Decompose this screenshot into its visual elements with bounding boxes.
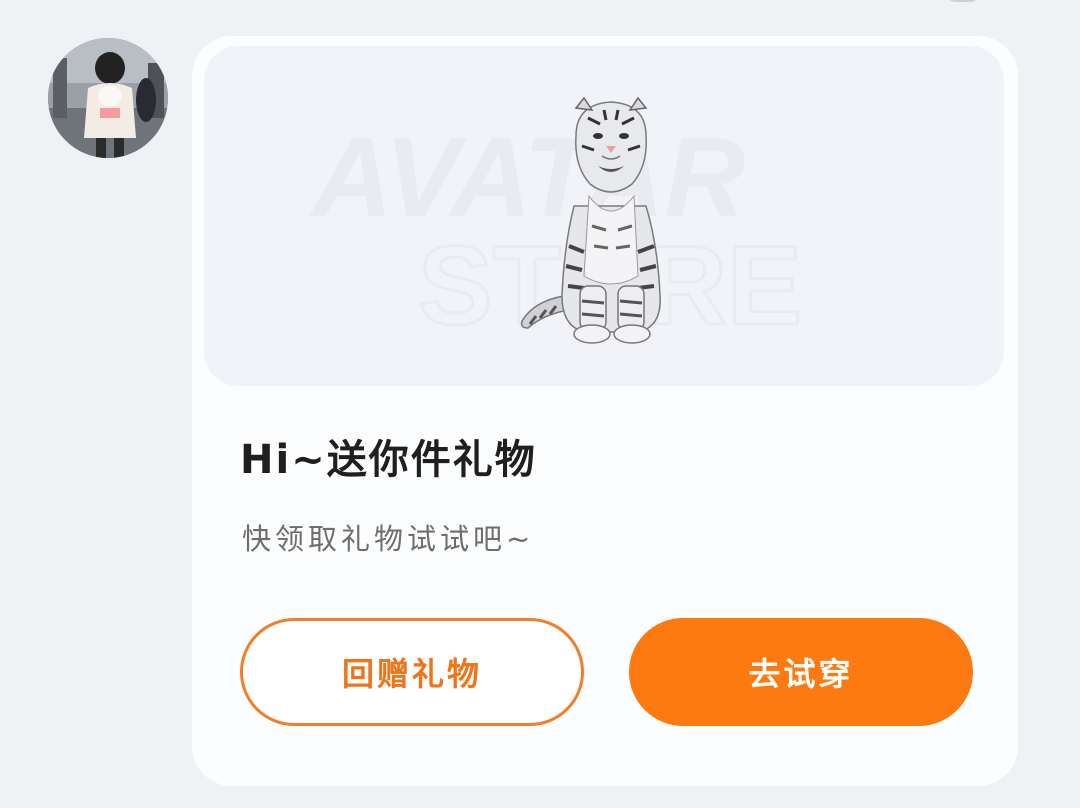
- gift-title: Hi~送你件礼物: [240, 437, 537, 483]
- gift-subtitle: 快领取礼物试试吧~: [242, 522, 535, 556]
- try-on-button[interactable]: 去试穿: [629, 618, 973, 726]
- gift-message-card: AVATAR STORE: [192, 36, 1018, 786]
- gift-banner: AVATAR STORE: [204, 46, 1004, 386]
- white-tiger-icon[interactable]: [514, 96, 684, 346]
- chat-screen: AVATAR STORE: [0, 0, 1080, 808]
- top-edge-element: [946, 0, 980, 2]
- avatar-photo-icon: [48, 38, 168, 158]
- sender-avatar[interactable]: [48, 38, 168, 158]
- return-gift-button[interactable]: 回赠礼物: [240, 618, 584, 726]
